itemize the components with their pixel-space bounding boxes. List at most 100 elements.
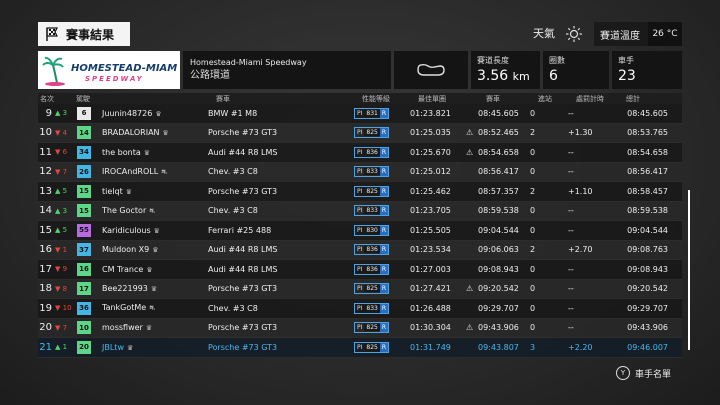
position: 10 <box>39 127 52 139</box>
driver-name: The Goctor <box>102 205 147 215</box>
pi-badge: PI 825 R <box>354 283 390 295</box>
scrollbar[interactable] <box>688 190 690 350</box>
penalty-time: -- <box>568 167 574 177</box>
pit-stops: 0 <box>530 264 536 274</box>
driver-level-badge: 20 <box>77 340 91 354</box>
car-name: Chev. #3 C8 <box>208 206 258 216</box>
pi-class: R <box>379 264 389 274</box>
table-row[interactable]: 9 ▲ 3 6 Juunin48726 ♛ BMW #1 M8 PI 831 R 01:23.82… <box>38 104 682 124</box>
warning-icon: ⚠ <box>466 323 474 333</box>
driver-level-badge: 26 <box>77 165 91 179</box>
position: 11 <box>39 146 52 158</box>
pi-badge: PI 836 R <box>354 146 390 158</box>
position-change: ▼ 7 <box>52 168 74 176</box>
race-time: 09:43.807 <box>478 342 519 352</box>
race-time: 09:04.544 <box>478 225 519 235</box>
pi-badge: PI 825 R <box>354 322 390 334</box>
sun-icon <box>566 26 582 42</box>
arrow-up-icon: ▲ <box>55 343 61 352</box>
table-row[interactable]: 21 ▲ 1 20 JBLtw ♛ Porsche #73 GT3 PI 825 R 01:31.… <box>38 338 682 358</box>
arrow-up-icon: ▲ <box>55 109 61 118</box>
position-change: ▼ 10 <box>52 304 74 312</box>
pit-stops: 0 <box>530 167 536 177</box>
driver-badge-icon: ⛐ <box>149 206 156 215</box>
race-time: 09:43.906 <box>478 323 519 333</box>
warning-icon: ⚠ <box>466 128 474 138</box>
driver-badge-icon: ♛ <box>153 226 160 235</box>
driver-level-badge: 37 <box>77 243 91 257</box>
best-lap: 01:31.749 <box>410 342 451 352</box>
pi-value: 825 <box>364 343 380 351</box>
pi-value: 825 <box>364 324 380 332</box>
col-driver: 駕駛 <box>76 94 90 103</box>
car-name: Chev. #3 C8 <box>208 303 258 313</box>
pi-class: R <box>379 128 389 138</box>
car-name: Audi #44 R8 LMS <box>208 245 278 255</box>
pit-stops: 3 <box>530 342 536 352</box>
race-time: 09:08.943 <box>478 264 519 274</box>
pi-value: 831 <box>364 109 380 117</box>
driver-level-badge: 17 <box>77 282 91 296</box>
penalty-time: -- <box>568 284 574 294</box>
total-time: 09:04.544 <box>627 225 668 235</box>
position-change-value: 1 <box>62 245 68 254</box>
table-row[interactable]: 20 ▼ 7 10 mossflwer ♛ Porsche #73 GT3 PI 825 R 01… <box>38 318 682 338</box>
results-table: 名次 駕駛 賽車 性能等級 最佳單圈 賽車 進站 處罰計時 總計 9 ▲ 3 6 Ju… <box>38 93 682 358</box>
car-name: Porsche #73 GT3 <box>208 323 278 333</box>
track-temp-value: 26 °C <box>648 22 682 46</box>
driver-level-badge: 15 <box>77 184 91 198</box>
position: 13 <box>39 185 52 197</box>
driver-name-cell: Bee221993 ♛ <box>94 284 208 293</box>
pit-stops: 0 <box>530 303 536 313</box>
total-time: 09:43.906 <box>627 323 668 333</box>
col-penalty: 處罰計時 <box>576 94 604 103</box>
pi-value: 836 <box>364 148 380 156</box>
table-row[interactable]: 14 ▲ 3 15 The Goctor ⛐ Chev. #3 C8 PI 833 R 01:23… <box>38 201 682 221</box>
penalty-time: -- <box>568 323 574 333</box>
table-row[interactable]: 19 ▼ 10 36 TankGotMe ⛐ Chev. #3 C8 PI 833 R 01:26… <box>38 299 682 319</box>
driver-name-cell: the bonta ♛ <box>94 148 208 157</box>
table-row[interactable]: 15 ▲ 5 55 Karidiculous ♛ Ferrari #25 488 PI 830… <box>38 221 682 241</box>
col-car: 賽車 <box>216 94 230 103</box>
position: 18 <box>39 283 52 295</box>
pi-class: R <box>379 167 389 177</box>
pi-value: 833 <box>364 207 380 215</box>
driver-level-badge: 34 <box>77 145 91 159</box>
track-temp-label: 賽道溫度 <box>600 30 640 42</box>
table-row[interactable]: 18 ▼ 8 17 Bee221993 ♛ Porsche #73 GT3 PI 825 R 01… <box>38 279 682 299</box>
pi-prefix: PI <box>357 246 363 254</box>
driver-level-badge: 6 <box>77 106 91 120</box>
table-row[interactable]: 16 ▼ 1 37 Muldoon X9 ♛ Audi #44 R8 LMS PI 836 R 0… <box>38 240 682 260</box>
table-row[interactable]: 13 ▲ 5 15 tielqt ♛ Porsche #73 GT3 PI 825 R 01:25… <box>38 182 682 202</box>
warning-icon: ⚠ <box>466 147 474 157</box>
track-name: Homestead-Miami Speedway <box>190 58 307 67</box>
pi-value: 833 <box>364 168 380 176</box>
table-row[interactable]: 17 ▼ 9 16 CM Trance ♛ Audi #44 R8 LMS PI 836 R 01… <box>38 260 682 280</box>
driver-name: Juunin48726 <box>102 108 153 118</box>
car-name: Audi #44 R8 LMS <box>208 147 278 157</box>
driver-name: mossflwer <box>102 323 143 333</box>
penalty-time: +1.10 <box>568 186 593 196</box>
driver-level-badge: 16 <box>77 262 91 276</box>
total-time: 08:54.658 <box>627 147 668 157</box>
driver-badge-icon: ♛ <box>162 129 169 138</box>
table-row[interactable]: 10 ▼ 4 14 BRADALORIAN ♛ Porsche #73 GT3 PI 825 R… <box>38 123 682 143</box>
arrow-down-icon: ▼ <box>55 323 61 332</box>
driver-list-button[interactable]: Y 車手名單 <box>616 366 671 380</box>
driver-name-cell: mossflwer ♛ <box>94 323 208 332</box>
logo-text-2: SPEEDWAY <box>85 75 144 83</box>
position-change-value: 6 <box>62 148 68 157</box>
table-row[interactable]: 11 ▼ 6 34 the bonta ♛ Audi #44 R8 LMS PI 836 R 01… <box>38 143 682 163</box>
table-row[interactable]: 12 ▼ 7 26 IROCAndROLL ⛐ Chev. #3 C8 PI 833 R 01:2… <box>38 162 682 182</box>
pi-class: R <box>379 245 389 255</box>
arrow-up-icon: ▲ <box>55 187 61 196</box>
arrow-down-icon: ▼ <box>55 265 61 274</box>
total-time: 09:20.542 <box>627 284 668 294</box>
penalty-time: +1.30 <box>568 128 593 138</box>
pi-prefix: PI <box>357 285 363 293</box>
penalty-time: +2.70 <box>568 245 593 255</box>
length-label: 賽道長度 <box>477 56 509 65</box>
position-change: ▲ 3 <box>52 207 74 215</box>
pit-stops: 0 <box>530 225 536 235</box>
track-temp-box: 賽道溫度 26 °C <box>594 22 682 46</box>
